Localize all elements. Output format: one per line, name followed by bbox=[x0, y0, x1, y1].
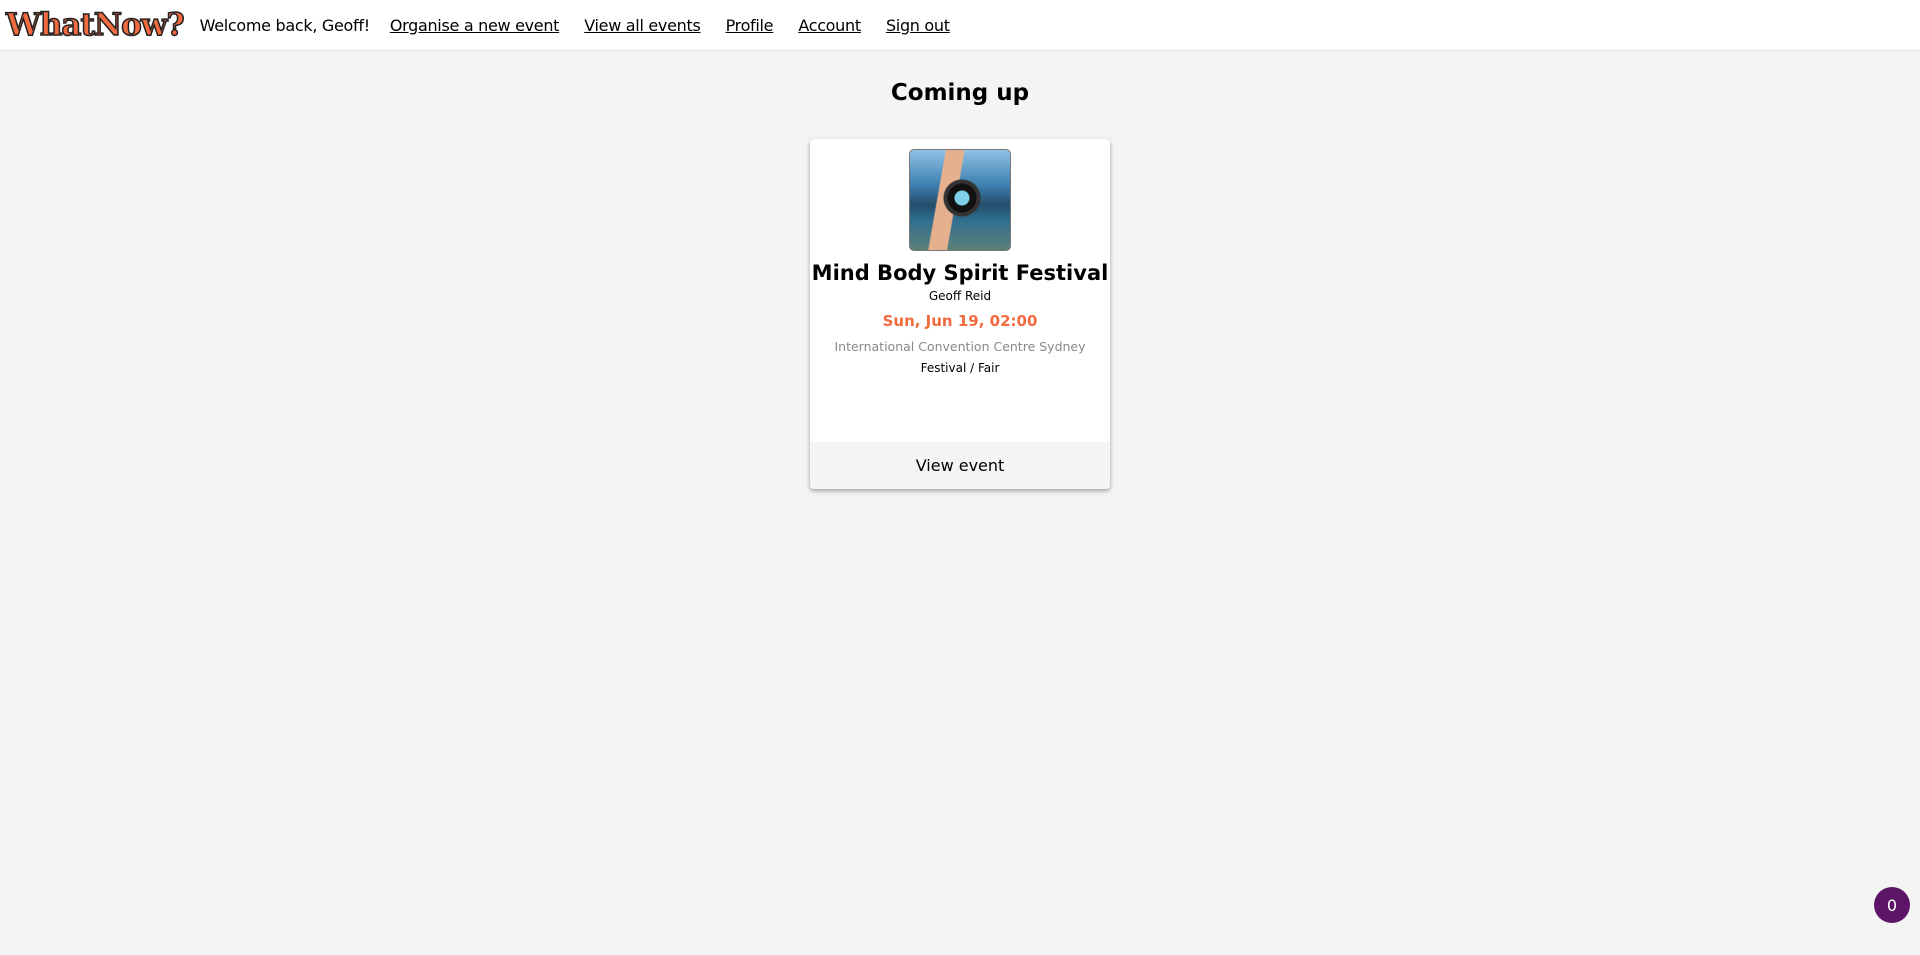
nav-view-all-events[interactable]: View all events bbox=[584, 16, 701, 35]
event-title: Mind Body Spirit Festival bbox=[811, 261, 1109, 285]
notification-badge[interactable]: 0 bbox=[1874, 887, 1910, 923]
header: WhatNow? Welcome back, Geoff! Organise a… bbox=[0, 0, 1920, 51]
view-event-button[interactable]: View event bbox=[810, 442, 1110, 489]
event-category: Festival / Fair bbox=[920, 361, 1000, 375]
main-nav: Organise a new event View all events Pro… bbox=[390, 16, 970, 35]
nav-profile[interactable]: Profile bbox=[726, 16, 774, 35]
nav-sign-out[interactable]: Sign out bbox=[886, 16, 950, 35]
event-card: Mind Body Spirit Festival Geoff Reid Sun… bbox=[810, 139, 1110, 489]
event-image bbox=[909, 149, 1011, 251]
logo[interactable]: WhatNow? bbox=[5, 8, 185, 41]
nav-account[interactable]: Account bbox=[798, 16, 861, 35]
page-title: Coming up bbox=[890, 80, 1030, 106]
event-date: Sun, Jun 19, 02:00 bbox=[882, 312, 1038, 330]
event-organiser: Geoff Reid bbox=[928, 289, 992, 303]
nav-organise-event[interactable]: Organise a new event bbox=[390, 16, 560, 35]
welcome-text: Welcome back, Geoff! bbox=[199, 15, 370, 35]
event-venue: International Convention Centre Sydney bbox=[834, 339, 1086, 354]
